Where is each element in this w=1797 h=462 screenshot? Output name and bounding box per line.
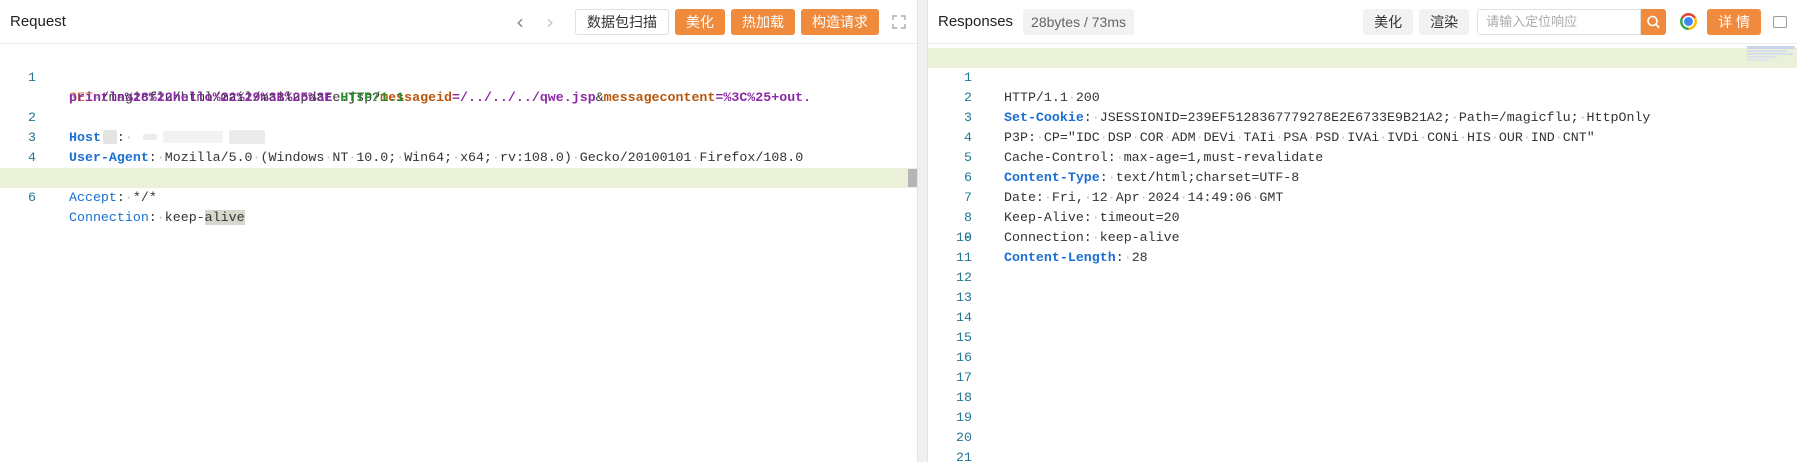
response-line: 4 Cache-Control:·max-age=1,must-revalida…	[928, 108, 1797, 165]
request-beautify-button[interactable]: 美化	[675, 8, 725, 35]
chevron-left-icon[interactable]: ‹	[509, 10, 531, 34]
header-value: */*	[132, 190, 157, 205]
response-editor[interactable]: 1 HTTP/1.1·200 2 Set-Cookie:·JSESSIONID=…	[928, 48, 1797, 462]
packet-scan-button[interactable]: 数据包扫描	[575, 8, 669, 35]
request-line-wrap: println%28%22hello%22%29%3B%25%3E·HTTP/1…	[69, 90, 405, 105]
line-number: 11	[956, 250, 972, 265]
expand-icon[interactable]	[891, 14, 907, 30]
response-line: 3 P3P:·CP="IDC·DSP·COR·ADM·DEVi·TAIi·PSA…	[928, 88, 1797, 145]
chat-icon[interactable]	[1773, 15, 1787, 28]
request-pane: Request ‹ › 数据包扫描 美化 热加载 构造请求 1 GET·/mag…	[0, 0, 917, 462]
response-line: 15	[928, 328, 1797, 348]
response-line: 9 Content-Length:·28	[928, 208, 1797, 265]
response-line: 6 Date:·Fri,·12·Apr·2024·14:49:06·GMT	[928, 148, 1797, 205]
line-number: 17	[956, 370, 972, 385]
chrome-icon[interactable]	[1680, 13, 1698, 30]
line-number: 10	[956, 230, 972, 245]
line-number: 16	[956, 350, 972, 365]
response-line: 5 Content-Type:·text/html;charset=UTF-8	[928, 128, 1797, 185]
request-toolbar: Request ‹ › 数据包扫描 美化 热加载 构造请求	[0, 0, 917, 44]
response-beautify-button[interactable]: 美化	[1363, 8, 1414, 35]
build-request-button[interactable]: 构造请求	[801, 8, 879, 35]
split-divider[interactable]	[917, 0, 928, 462]
render-button[interactable]: 渲染	[1419, 8, 1470, 35]
response-line: 7 Keep-Alive:·timeout=20	[928, 168, 1797, 225]
request-line: 2 Host:·	[0, 88, 917, 145]
response-line: 18	[928, 388, 1797, 408]
response-pane: Responses 28bytes / 73ms 美化 渲染 详 情 1 HTT…	[928, 0, 1797, 462]
request-title: Request	[10, 13, 66, 30]
request-line: 1 GET·/magicflu/html/mail/mailupdate.jsp…	[0, 48, 917, 105]
hotload-button[interactable]: 热加载	[731, 8, 795, 35]
response-line: 2 Set-Cookie:·JSESSIONID=239EF5128367779…	[928, 68, 1797, 125]
response-line: 11	[928, 248, 1797, 268]
line-number: 20	[956, 430, 972, 445]
request-line: 5 Accept:·*/*	[0, 148, 917, 205]
response-line: 21	[928, 448, 1797, 462]
response-line: 12	[928, 268, 1797, 288]
response-line: 13	[928, 288, 1797, 308]
header-key: Accept	[69, 190, 117, 205]
line-number: 15	[956, 330, 972, 345]
chevron-right-icon[interactable]: ›	[539, 10, 561, 34]
minimap[interactable]	[1747, 46, 1795, 62]
response-line: 19	[928, 408, 1797, 428]
response-line-active: 1 HTTP/1.1·200	[928, 48, 1797, 105]
line-number: 19	[956, 410, 972, 425]
response-line: 8 Connection:·keep-alive	[928, 188, 1797, 245]
request-line: 3 User-Agent:·Mozilla/5.0·(Windows·NT·10…	[0, 108, 917, 165]
response-line: 20	[928, 428, 1797, 448]
detail-button[interactable]: 详 情	[1707, 8, 1761, 35]
response-line: 16	[928, 348, 1797, 368]
request-editor[interactable]: 1 GET·/magicflu/html/mail/mailupdate.jsp…	[0, 48, 917, 225]
line-number: 6	[28, 190, 36, 205]
scrollbar-thumb[interactable]	[908, 169, 917, 187]
selected-text: alive	[204, 210, 245, 225]
line-number: 21	[956, 450, 972, 462]
request-line-active: 6 Connection:·keep-alive	[0, 168, 917, 225]
request-line: 4 Accept-Encoding:·identity	[0, 128, 917, 185]
response-title: Responses	[938, 13, 1014, 30]
line-number: 13	[956, 290, 972, 305]
response-line: 10	[928, 228, 1797, 248]
line-number: 12	[956, 270, 972, 285]
line-number: 14	[956, 310, 972, 325]
response-line: 17	[928, 368, 1797, 388]
response-line: 14	[928, 308, 1797, 328]
header-value: keep-	[164, 210, 205, 225]
header-key: Connection	[69, 210, 149, 225]
response-toolbar: Responses 28bytes / 73ms 美化 渲染 详 情	[928, 0, 1797, 44]
search-icon[interactable]	[1641, 8, 1667, 35]
locate-response-input[interactable]	[1477, 8, 1642, 35]
line-number: 18	[956, 390, 972, 405]
response-size-badge: 28bytes / 73ms	[1023, 8, 1134, 35]
